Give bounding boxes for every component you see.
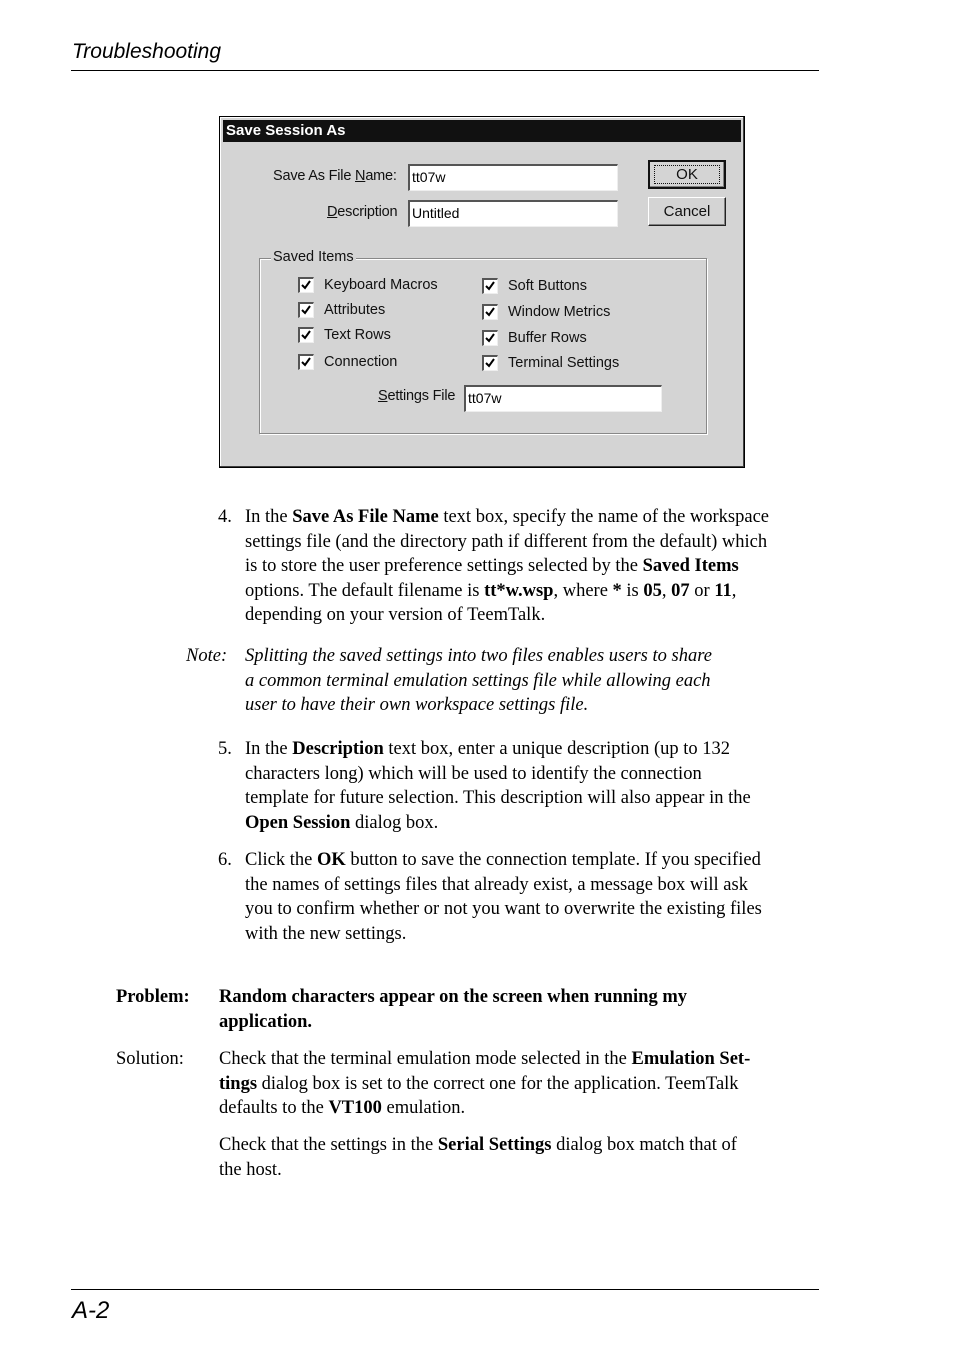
- focus-rect: [654, 165, 720, 184]
- note-text: Splitting the saved settings into two fi…: [245, 646, 712, 715]
- step-5-text: In the Description text box, enter a uni…: [245, 739, 751, 833]
- checkbox-buffer-rows[interactable]: Buffer Rows: [482, 330, 587, 346]
- problem-label: Problem:: [116, 987, 190, 1007]
- saved-items-group: Saved Items Keyboard Macros Attributes T…: [259, 249, 707, 434]
- step-5-number: 5.: [218, 739, 232, 759]
- checkmark-icon: [298, 327, 314, 343]
- checkmark-icon: [298, 354, 314, 370]
- file-name-label: Save As File Name:: [273, 168, 397, 184]
- checkbox-connection[interactable]: Connection: [298, 354, 397, 370]
- checkmark-icon: [482, 278, 498, 294]
- description-label: Description: [327, 204, 398, 220]
- running-header: Troubleshooting: [72, 40, 222, 63]
- problem-text: Random characters appear on the screen w…: [219, 987, 687, 1032]
- checkmark-icon: [298, 277, 314, 293]
- checkmark-icon: [482, 330, 498, 346]
- note-label: Note:: [186, 646, 228, 666]
- description-input[interactable]: Untitled: [408, 200, 618, 227]
- ok-button[interactable]: OK: [648, 160, 726, 189]
- checkbox-text-rows[interactable]: Text Rows: [298, 327, 391, 343]
- solution-label: Solution:: [116, 1049, 184, 1069]
- checkbox-window-metrics[interactable]: Window Metrics: [482, 304, 610, 320]
- checkbox-soft-buttons[interactable]: Soft Buttons: [482, 278, 587, 294]
- dialog-title: Save Session As: [223, 120, 741, 142]
- checkmark-icon: [298, 302, 314, 318]
- settings-file-input[interactable]: tt07w: [464, 385, 662, 412]
- footer-rule: [71, 1289, 819, 1290]
- step-4-text: In the Save As File Name text box, speci…: [245, 507, 770, 625]
- step-4-number: 4.: [218, 507, 232, 527]
- solution-text: Check that the terminal emulation mode s…: [219, 1049, 751, 1118]
- checkmark-icon: [482, 355, 498, 371]
- checkbox-terminal-settings[interactable]: Terminal Settings: [482, 355, 619, 371]
- step-6-text: Click the OK button to save the connecti…: [245, 850, 762, 944]
- cancel-button[interactable]: Cancel: [648, 197, 726, 226]
- checkbox-keyboard-macros[interactable]: Keyboard Macros: [298, 277, 438, 293]
- page-number: A-2: [72, 1297, 110, 1324]
- file-name-input[interactable]: tt07w: [408, 164, 618, 191]
- header-rule: [71, 70, 819, 71]
- solution-text-2: Check that the settings in the Serial Se…: [219, 1135, 737, 1180]
- saved-items-legend: Saved Items: [271, 249, 356, 265]
- checkmark-icon: [482, 304, 498, 320]
- save-session-dialog: Save Session As Save As File Name: tt07w…: [219, 116, 745, 468]
- settings-file-label: Settings File: [378, 388, 456, 404]
- checkbox-attributes[interactable]: Attributes: [298, 302, 385, 318]
- step-6-number: 6.: [218, 850, 232, 870]
